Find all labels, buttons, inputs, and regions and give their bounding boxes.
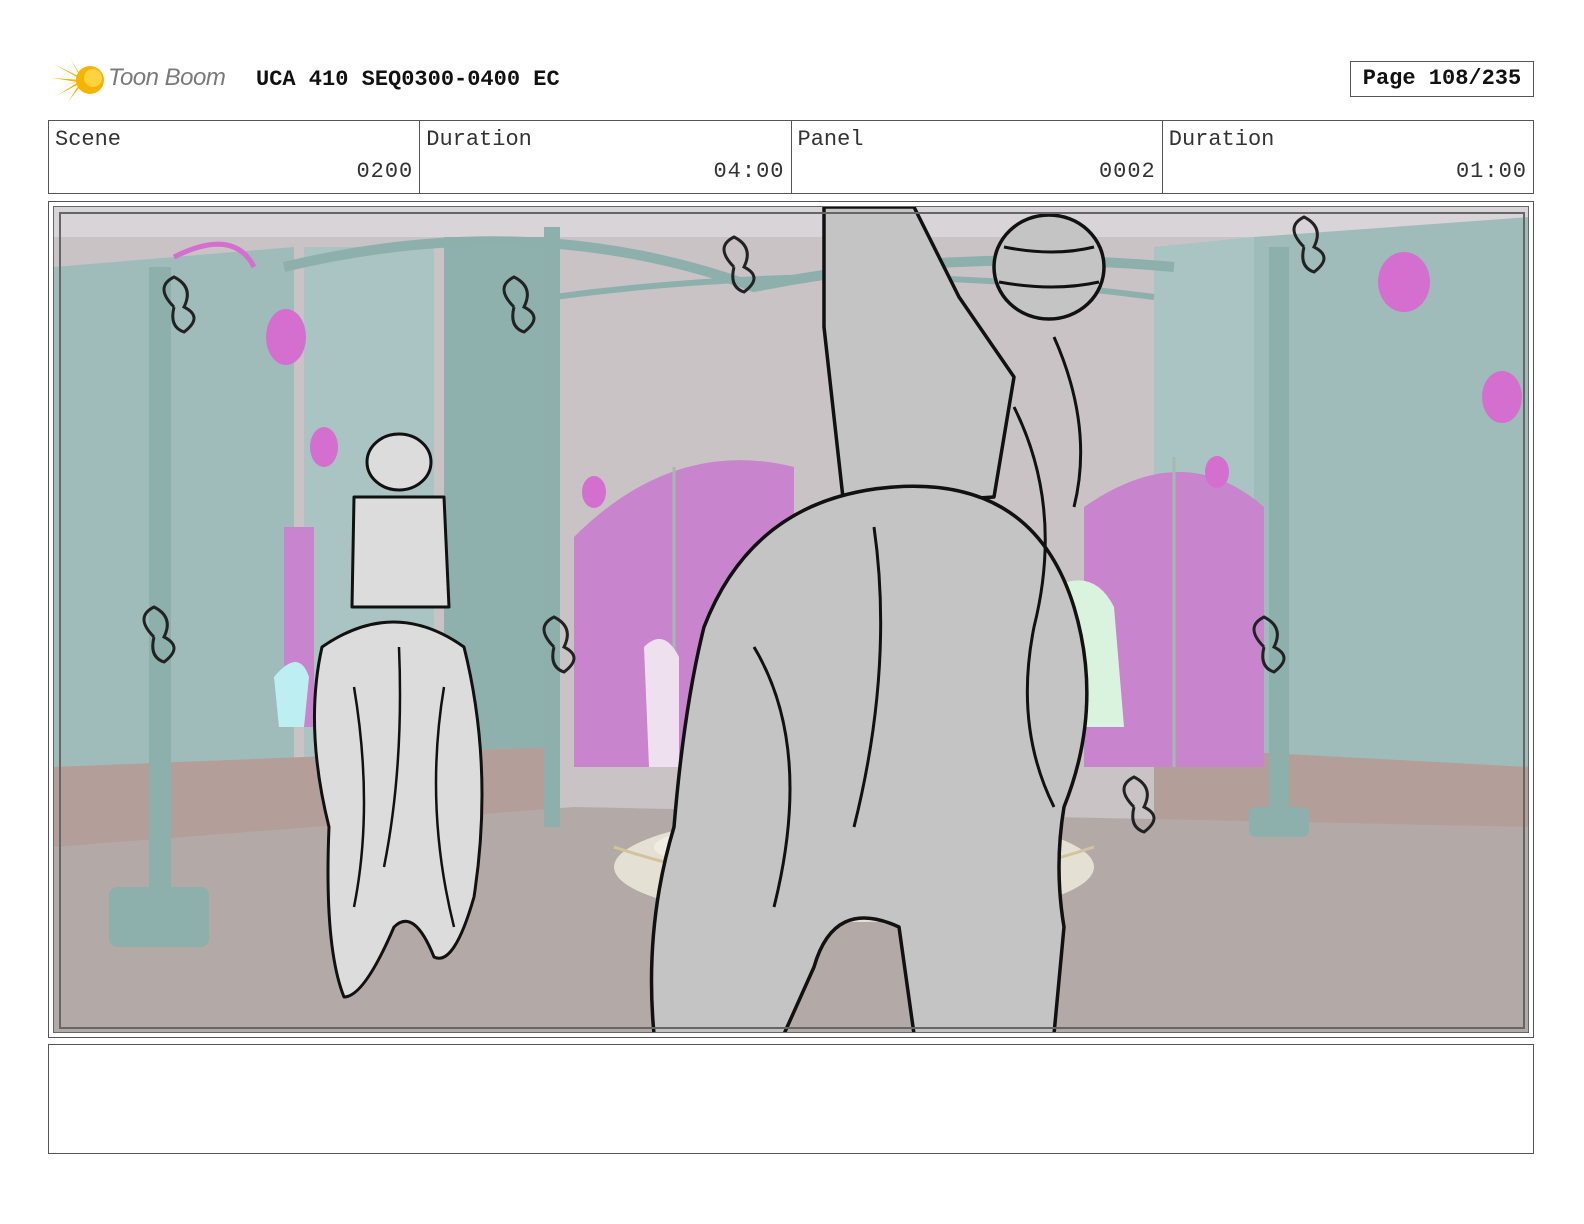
scene-duration-value: 04:00 [713, 159, 785, 184]
scene-cell: Scene 0200 [49, 121, 421, 193]
page-number: Page 108/235 [1350, 61, 1534, 97]
panel-value: 0002 [1098, 159, 1156, 184]
starburst-icon [52, 58, 104, 102]
notes-box [48, 1044, 1534, 1154]
scene-value: 0200 [356, 159, 414, 184]
toon-boom-logo: Toon Boom [52, 56, 242, 104]
project-title: UCA 410 SEQ0300-0400 EC [256, 67, 560, 92]
page-header: Toon Boom UCA 410 SEQ0300-0400 EC Page 1… [50, 56, 1534, 104]
storyboard-panel [48, 201, 1534, 1038]
panel-duration-value: 01:00 [1455, 159, 1527, 184]
panel-cell: Panel 0002 [792, 121, 1163, 193]
scene-illustration [54, 207, 1528, 1032]
scene-label: Scene [55, 127, 122, 152]
panel-duration-cell: Duration 01:00 [1163, 121, 1533, 193]
scene-info-row: Scene 0200 Duration 04:00 Panel 0002 Dur… [48, 120, 1534, 194]
scene-duration-cell: Duration 04:00 [420, 121, 792, 193]
panel-image [53, 206, 1529, 1033]
scene-duration-label: Duration [426, 127, 532, 152]
panel-label: Panel [797, 127, 864, 152]
logo-wordmark: Toon Boom [108, 64, 226, 91]
panel-duration-label: Duration [1168, 127, 1275, 152]
